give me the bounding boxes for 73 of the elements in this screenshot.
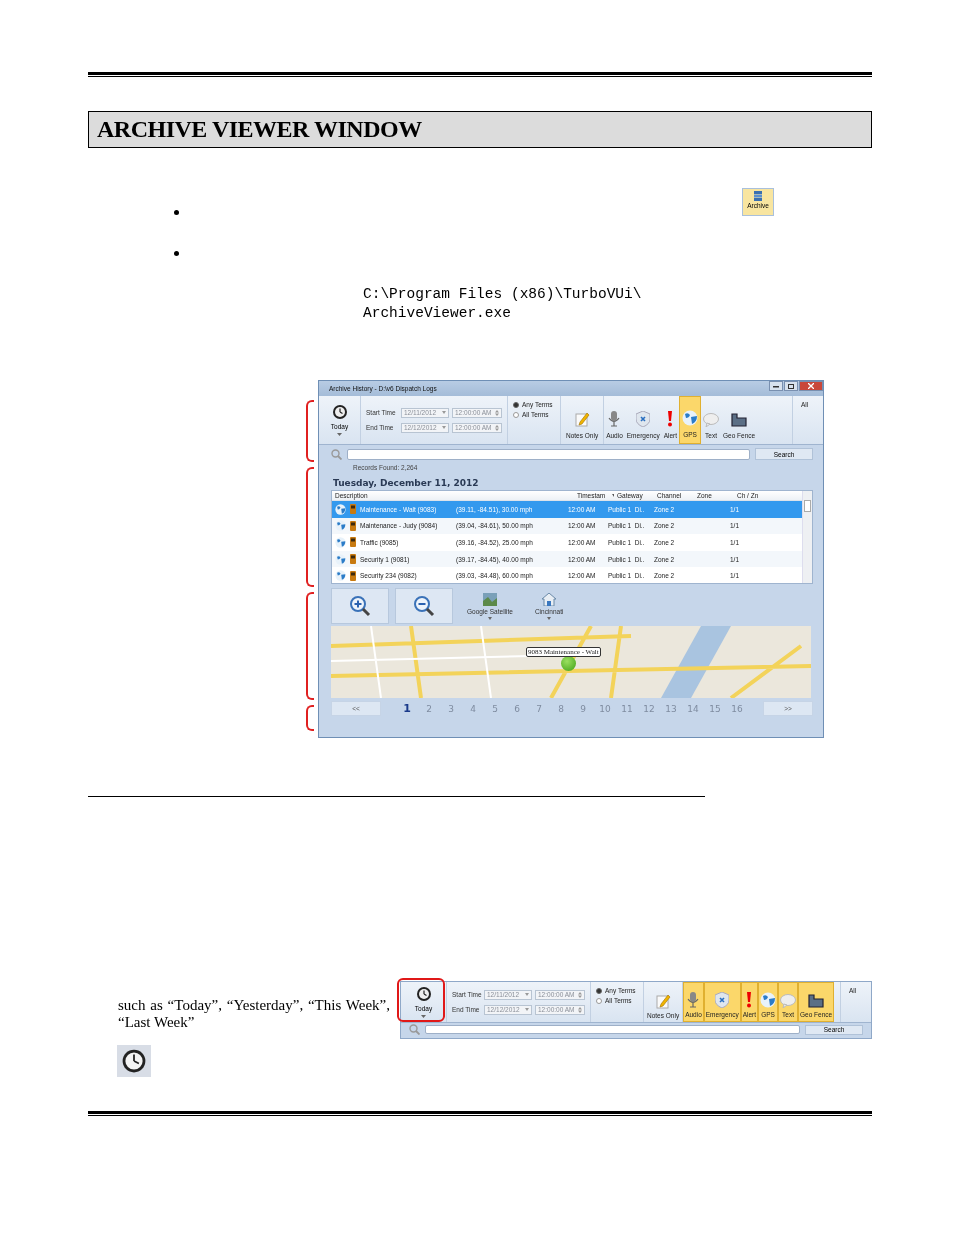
spinner-icon <box>495 424 499 431</box>
caret-icon <box>337 433 342 436</box>
zoom-in-button[interactable] <box>331 588 389 624</box>
caption-text: such as “Today”, “Yesterday”, “This Week”, “Last Week” <box>118 997 390 1031</box>
microphone-icon <box>608 411 621 427</box>
globe-icon <box>335 503 346 515</box>
clock-icon <box>415 986 432 1002</box>
maximize-icon <box>788 383 794 389</box>
pencil-note-icon <box>574 411 591 427</box>
radio-button[interactable] <box>513 411 519 418</box>
radio-button[interactable] <box>513 401 519 408</box>
radio-device-icon <box>350 554 356 565</box>
exclamation-icon <box>746 992 753 1008</box>
zoom-in-icon <box>349 595 371 617</box>
speech-bubble-icon <box>703 413 720 427</box>
globe-icon <box>335 520 346 532</box>
close-button[interactable] <box>799 381 823 391</box>
caret-icon <box>547 616 552 620</box>
highlight-outline <box>397 978 445 1022</box>
zoom-out-icon <box>413 595 435 617</box>
shield-icon <box>715 992 730 1008</box>
pencil-note-icon <box>655 993 672 1009</box>
globe-icon <box>335 570 346 582</box>
spinner-icon <box>495 409 499 416</box>
clock-icon <box>117 1045 151 1077</box>
speech-bubble-icon <box>780 994 797 1008</box>
globe-icon <box>760 992 777 1008</box>
file-path: C:\Program Files (x86)\TurboVUi\ <box>363 285 642 304</box>
exclamation-icon <box>667 411 674 427</box>
date-heading: Tuesday, December 11, 2012 <box>332 477 480 490</box>
section-title: ARCHIVE VIEWER WINDOW <box>97 116 422 143</box>
search-icon <box>409 1024 420 1035</box>
bullet-icon <box>174 210 179 215</box>
caret-icon <box>525 993 529 996</box>
radio-device-icon <box>350 504 356 515</box>
page-number[interactable]: 1 <box>396 702 418 715</box>
bullet-icon <box>174 251 179 256</box>
caret-icon <box>442 426 446 429</box>
spinner-icon <box>578 1006 582 1013</box>
radio-button[interactable] <box>596 987 602 994</box>
minimize-button[interactable] <box>769 381 783 391</box>
scrollbar[interactable] <box>802 491 812 583</box>
database-icon <box>754 191 762 201</box>
radio-device-icon <box>350 537 356 548</box>
shield-icon <box>636 411 651 427</box>
search-icon <box>331 448 342 460</box>
spinner-icon <box>578 991 582 998</box>
globe-icon <box>335 553 346 565</box>
zoom-out-button[interactable] <box>395 588 453 624</box>
microphone-icon <box>687 992 700 1008</box>
close-icon <box>808 383 814 389</box>
clock-icon <box>331 404 348 420</box>
section-bracket <box>306 705 314 731</box>
minimize-icon <box>773 384 779 388</box>
radio-button[interactable] <box>596 997 602 1004</box>
globe-icon <box>682 410 699 426</box>
sort-caret-icon <box>612 494 614 497</box>
polygon-icon <box>808 994 825 1008</box>
radio-device-icon <box>350 570 356 581</box>
map-icon <box>482 592 497 606</box>
radio-device-icon <box>350 520 356 531</box>
caret-icon <box>421 1015 426 1018</box>
globe-icon <box>335 537 346 548</box>
search-field[interactable] <box>425 1025 800 1034</box>
file-path: ArchiveViewer.exe <box>363 304 512 323</box>
caret-icon <box>487 616 492 620</box>
house-icon <box>542 592 557 606</box>
caret-icon <box>442 411 446 414</box>
section-bracket <box>306 400 314 462</box>
maximize-button[interactable] <box>784 381 798 391</box>
polygon-icon <box>731 413 748 427</box>
caret-icon <box>525 1008 529 1011</box>
search-field[interactable] <box>347 448 750 460</box>
